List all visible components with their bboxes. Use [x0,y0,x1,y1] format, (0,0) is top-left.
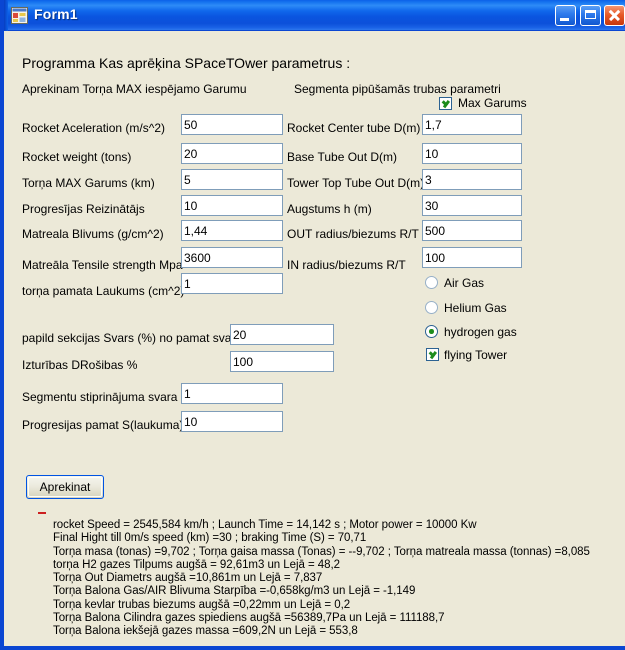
label-air-gas: Air Gas [444,276,485,290]
left-section-heading: Aprekinam Torņa MAX iespējamo Garumu [22,82,247,96]
minimize-button[interactable] [555,5,576,26]
label-rocket-aceleration: Rocket Aceleration (m/s^2) [22,121,166,135]
title-bar-edge [4,0,8,31]
input-in-radius-biezums[interactable]: 100 [422,247,522,268]
label-out-radius-biezums: OUT radius/biezums R/T [287,227,419,241]
input-izturibas-drosibas[interactable]: 100 [230,351,334,372]
input-out-radius-biezums[interactable]: 500 [422,220,522,241]
title-bar[interactable]: Form1 [4,0,625,31]
form-client-area: Programma Kas aprēķina SPaceTOwer parame… [8,31,625,646]
maximize-button[interactable] [580,5,601,26]
vs-form-icon [11,7,28,24]
input-rocket-aceleration[interactable]: 50 [181,114,283,135]
checkbox-max-garums[interactable] [439,97,452,110]
program-title: Programma Kas aprēķina SPaceTOwer parame… [22,55,351,71]
label-max-garums: Max Garums [458,96,527,110]
input-matreala-blivums[interactable]: 1,44 [181,220,283,241]
result-line: Torņa Balona Gas/AIR Blivuma Starpība =-… [53,585,416,598]
label-izturibas-drosibas: Izturības DRošibas % [22,358,138,372]
label-base-tube-out: Base Tube Out D(m) [287,150,398,164]
label-torna-pamata-laukums: torņa pamata Laukums (cm^2) [22,284,185,298]
input-papild-sekcijas-svars[interactable]: 20 [230,324,334,345]
input-segmentu-stiprinajuma-svara[interactable]: 1 [181,383,283,404]
result-line: torņa H2 gazes Tilpums augšā = 92,61m3 u… [53,558,340,571]
input-rocket-weight[interactable]: 20 [181,143,283,164]
window-title: Form1 [34,6,78,22]
red-marker [38,512,46,514]
input-progresijas-reizinatajs[interactable]: 10 [181,195,283,216]
label-tensile-strength: Matreāla Tensile strength Mpa [22,258,183,272]
result-line: Torņa masa (tonas) =9,702 ; Torņa gaisa … [53,545,590,558]
radio-hydrogen-gas[interactable] [425,325,438,338]
result-line: Final Hight till 0m/s speed (km) =30 ; b… [53,532,367,545]
label-papild-sekcijas-svars: papild sekcijas Svars (%) no pamat svara [22,331,243,345]
label-matreala-blivums: Matreala Blivums (g/cm^2) [22,227,164,241]
input-rocket-center-tube[interactable]: 1,7 [422,114,522,135]
maximize-icon [585,10,596,19]
input-tower-top-tube-out[interactable]: 3 [422,169,522,190]
label-progresijas-pamat-s: Progresijas pamat S(laukuma) % [22,418,198,432]
label-rocket-center-tube: Rocket Center tube D(m) [287,121,421,135]
application-window: Form1 Programma Kas aprēķina SPaceTOwer … [0,0,625,650]
input-tensile-strength[interactable]: 3600 [181,247,283,268]
label-torna-max-garums: Torņa MAX Garums (km) [22,176,155,190]
close-button[interactable] [604,5,625,26]
input-augstums-h[interactable]: 30 [422,195,522,216]
label-flying-tower: flying Tower [444,348,508,362]
label-helium-gas: Helium Gas [444,301,507,315]
input-base-tube-out[interactable]: 10 [422,143,522,164]
input-torna-pamata-laukums[interactable]: 1 [181,273,283,294]
label-rocket-weight: Rocket weight (tons) [22,150,132,164]
results-output: rocket Speed = 2545,584 km/h ; Launch Ti… [53,519,613,639]
calculate-button[interactable]: Aprekinat [26,475,104,499]
input-torna-max-garums[interactable]: 5 [181,169,283,190]
label-segmentu-stiprinajuma-svara: Segmentu stiprinājuma svara % [22,390,192,404]
result-line: Torņa Out Diametrs augšā =10,861m un Lej… [53,572,323,585]
label-tower-top-tube-out: Tower Top Tube Out D(m) [287,176,425,190]
result-line: Torņa Balona iekšejā gazes massa =609,2N… [53,625,358,638]
result-line: Torņa Balona Cilindra gazes spiediens au… [53,612,445,625]
label-progresijas-reizinatajs: Progresījas Reizinātājs [22,202,145,216]
label-augstums-h: Augstums h (m) [287,202,372,216]
checkbox-flying-tower[interactable] [426,348,439,361]
label-in-radius-biezums: IN radius/biezums R/T [287,258,406,272]
result-line: rocket Speed = 2545,584 km/h ; Launch Ti… [53,519,477,531]
calculate-button-label: Aprekinat [39,480,91,494]
radio-helium-gas[interactable] [425,301,438,314]
input-progresijas-pamat-s[interactable]: 10 [181,411,283,432]
result-line: Torņa kevlar trubas biezums augšā =0,22m… [53,598,351,611]
radio-air-gas[interactable] [425,276,438,289]
label-hydrogen-gas: hydrogen gas [444,325,517,339]
minimize-icon [560,18,569,21]
right-section-heading: Segmenta pipūšamās trubas parametri [294,82,501,96]
